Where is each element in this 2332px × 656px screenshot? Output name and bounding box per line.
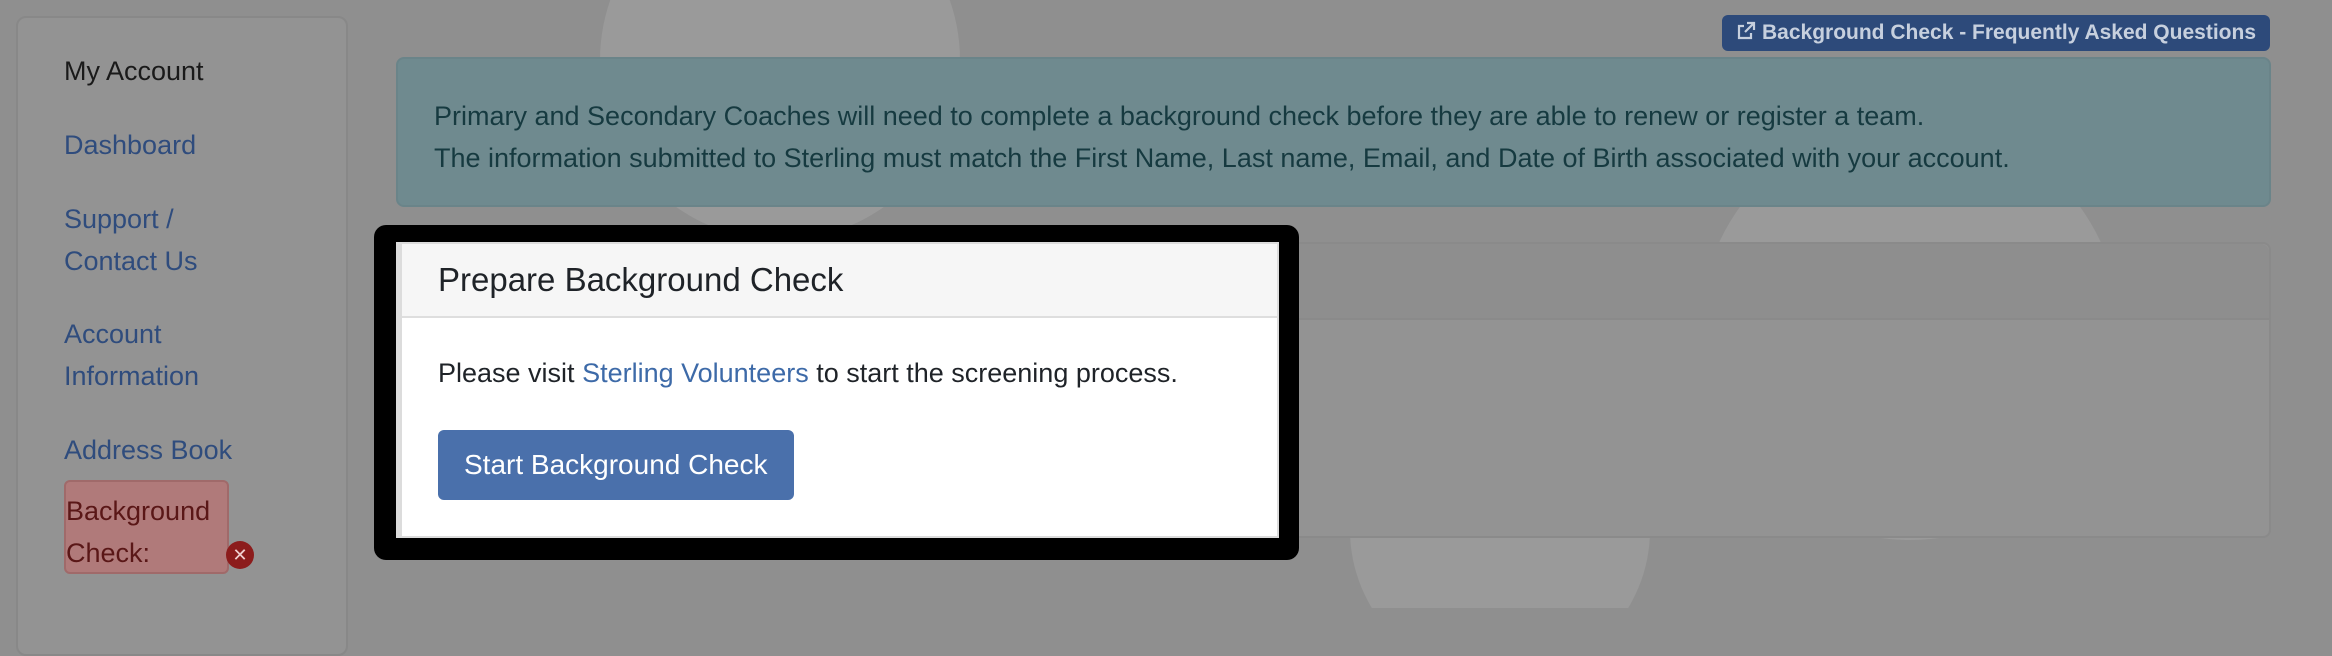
faq-link-badge[interactable]: Background Check - Frequently Asked Ques… — [1722, 15, 2270, 51]
sidebar-item-label: Background Check: — [66, 496, 211, 568]
prepare-background-check-card: Prepare Background Check Please visit St… — [396, 242, 1279, 538]
sidebar-item-account-information[interactable]: Account Information — [64, 313, 234, 397]
sidebar-item-my-account: My Account — [64, 56, 204, 86]
start-background-check-button[interactable]: Start Background Check — [438, 430, 794, 500]
card-instructions: Please visit Sterling Volunteers to star… — [438, 356, 1241, 390]
sidebar-item-dashboard[interactable]: Dashboard — [64, 124, 294, 166]
info-alert: Primary and Secondary Coaches will need … — [396, 57, 2271, 207]
sterling-volunteers-link[interactable]: Sterling Volunteers — [582, 358, 809, 388]
alert-line-2: The information submitted to Sterling mu… — [434, 143, 2010, 173]
sidebar-item-support-contact[interactable]: Support / Contact Us — [64, 198, 234, 282]
close-circle-icon: ✕ — [226, 540, 254, 569]
instruction-text-after: to start the screening process. — [808, 358, 1178, 388]
sidebar-item-background-check[interactable]: Background Check: ✕ — [66, 490, 286, 574]
card-title: Prepare Background Check — [402, 244, 1277, 318]
instruction-text-before: Please visit — [438, 358, 583, 388]
sidebar-item-address-book[interactable]: Address Book — [64, 429, 294, 471]
faq-link-label: Background Check - Frequently Asked Ques… — [1762, 21, 2256, 44]
alert-line-1: Primary and Secondary Coaches will need … — [434, 101, 1925, 131]
external-link-icon — [1736, 15, 1756, 51]
